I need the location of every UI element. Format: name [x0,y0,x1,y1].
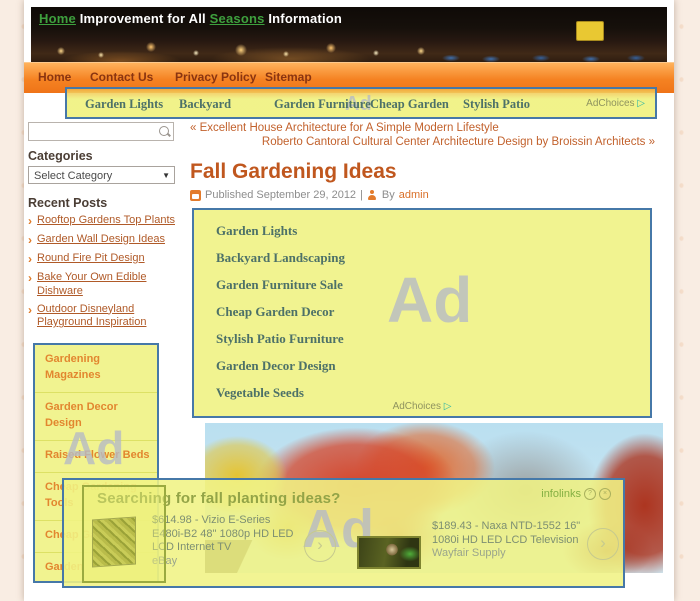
ad-link-backyard-landscaping[interactable]: Backyard Landscaping [216,250,345,266]
chevron-down-icon: ▼ [162,171,170,180]
site-title-seasons-link[interactable]: Seasons [210,11,265,26]
adchoices-label: AdChoices [586,98,634,109]
search-box [28,122,174,141]
site-title: Home Improvement for All Seasons Informa… [39,11,342,26]
chevron-right-icon: › [28,214,32,229]
product-listing-1[interactable]: $614.98 - Vizio E-Series E480i-B2 48" 10… [152,514,307,567]
product-title-line: E480i-B2 48" 1080p HD LED [152,528,307,542]
ad-link-stylish-patio-furniture[interactable]: Stylish Patio Furniture [216,331,344,347]
bottom-ad-bar: Ad Searching for fall planting ideas? in… [62,478,625,588]
adchoices-icon: ▷ [637,98,645,109]
adchoices-label: AdChoices [393,401,441,412]
nav-privacy-policy[interactable]: Privacy Policy [175,70,256,84]
chevron-right-icon: › [28,303,32,331]
author-icon [367,190,378,201]
adchoices-link[interactable]: AdChoices ▷ [194,401,650,412]
top-ad-banner: Ad Garden Lights Backyard Garden Furnitu… [65,87,657,119]
product-source: Wayfair Supply [432,547,612,559]
ad-link-garden-furniture-sale[interactable]: Garden Furniture Sale [216,277,343,293]
city-lights-detail [31,33,451,62]
category-select-value: Select Category [34,170,112,182]
product-title-line: LCD Internet TV [152,541,307,555]
page-title: Fall Gardening Ideas [190,160,397,184]
site-title-home-link[interactable]: Home [39,11,76,26]
previous-post-link[interactable]: « Excellent House Architecture for A Sim… [190,122,630,134]
chevron-right-icon: › [28,271,32,299]
content-ad-block: Ad Garden Lights Backyard Landscaping Ga… [192,208,652,418]
published-date: Published September 29, 2012 [205,189,356,201]
adchoices-link[interactable]: AdChoices ▷ [586,98,645,109]
list-item: › Bake Your Own Edible Dishware [28,271,180,299]
site-title-end: Information [268,11,342,26]
ad-link-garden-lights[interactable]: Garden Lights [216,223,297,239]
calendar-icon [190,190,201,201]
infolinks-badge: infolinks ? × [541,488,611,500]
category-select[interactable]: Select Category ▼ [28,166,175,184]
nav-sitemap[interactable]: Sitemap [265,70,312,84]
recent-posts-heading: Recent Posts [28,196,107,210]
product-title-line: $189.43 - Naxa NTD-1552 16" [432,520,612,534]
list-item: › Round Fire Pit Design [28,252,180,267]
ad-link-backyard[interactable]: Backyard [179,97,231,112]
ad-link-stylish-patio[interactable]: Stylish Patio [463,97,530,112]
browser-viewport: Home Improvement for All Seasons Informa… [0,0,700,601]
ad-link-garden-lights[interactable]: Garden Lights [85,97,163,112]
recent-post-link[interactable]: Outdoor Disneyland Playground Inspiratio… [37,303,180,331]
recent-posts-list: › Rooftop Gardens Top Plants › Garden Wa… [28,214,180,334]
toolbox-detail [576,21,604,41]
recent-post-link[interactable]: Bake Your Own Edible Dishware [37,271,180,299]
product-listing-2[interactable]: $189.43 - Naxa NTD-1552 16" 1080i HD LED… [432,520,612,559]
help-icon[interactable]: ? [584,488,596,500]
site-title-mid: Improvement for All [80,11,206,26]
list-item: › Rooftop Gardens Top Plants [28,214,180,229]
list-item: › Garden Wall Design Ideas [28,233,180,248]
chevron-right-icon: › [28,233,32,248]
recent-post-link[interactable]: Rooftop Gardens Top Plants [37,214,175,229]
ad-watermark: Ad [63,425,124,471]
workers-photo-region [431,7,667,62]
ad-link-vegetable-seeds[interactable]: Vegetable Seeds [216,385,304,401]
next-arrow-button[interactable]: › [587,528,619,560]
by-label: By [382,189,395,201]
recent-post-link[interactable]: Garden Wall Design Ideas [37,233,165,248]
header-banner-image: Home Improvement for All Seasons Informa… [31,7,667,62]
product-title-line: 1080i HD LED LCD Television [432,534,612,548]
product-title-line: $614.98 - Vizio E-Series [152,514,307,528]
shoes-detail [431,55,667,62]
ad-watermark: Ad [387,268,472,332]
ad-link-cheap-garden[interactable]: Cheap Garden [370,97,449,112]
post-byline: Published September 29, 2012 | By admin [190,189,429,201]
list-item: › Outdoor Disneyland Playground Inspirat… [28,303,180,331]
categories-heading: Categories [28,149,93,163]
ad-link-garden-furniture[interactable]: Garden Furniture [274,97,371,112]
close-icon[interactable]: × [599,488,611,500]
ad-link-cheap-garden-decor[interactable]: Cheap Garden Decor [216,304,334,320]
infolinks-label: infolinks [541,488,581,500]
ad-link-garden-decor-design[interactable]: Garden Decor Design [216,358,336,374]
chevron-right-icon: › [28,252,32,267]
byline-separator: | [360,189,363,201]
nav-home[interactable]: Home [38,70,71,84]
next-arrow-button[interactable]: › [304,530,336,562]
nav-contact-us[interactable]: Contact Us [90,70,153,84]
next-post-link[interactable]: Roberto Cantoral Cultural Center Archite… [190,136,655,148]
ad-link-gardening-magazines[interactable]: Gardening Magazines [35,345,157,393]
search-input[interactable] [31,124,157,140]
search-icon[interactable] [159,126,169,136]
product-thumbnail-tv1[interactable] [92,516,136,567]
adchoices-icon: ▷ [444,401,452,412]
product-thumbnail-tv2[interactable] [357,536,421,569]
product-source: eBay [152,555,307,567]
author-link[interactable]: admin [399,189,429,201]
recent-post-link[interactable]: Round Fire Pit Design [37,252,145,267]
